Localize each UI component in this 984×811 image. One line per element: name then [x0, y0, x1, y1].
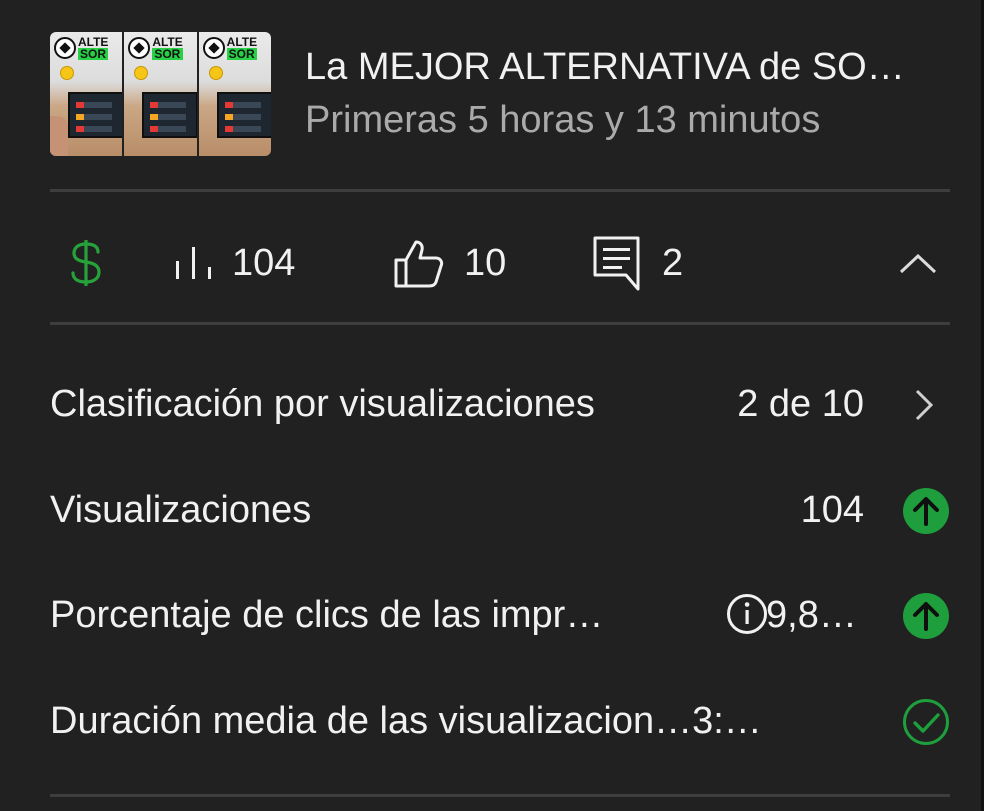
views-count: 104 [232, 242, 296, 284]
video-thumbnail[interactable]: ALTE SOR ALTE SOR ALTE SOR [50, 32, 271, 156]
metric-row-ctr[interactable]: Porcentaje de clics de las impr… 9,8… [50, 585, 950, 645]
monetization-indicator[interactable] [68, 232, 104, 294]
collapse-button[interactable] [898, 232, 938, 294]
metric-value: 9,8… [766, 593, 857, 636]
divider-middle [50, 322, 950, 325]
video-title[interactable]: La MEJOR ALTERNATIVA de SO… [305, 42, 950, 92]
laptop-screen [68, 92, 123, 138]
metric-value: 2 de 10 [737, 382, 864, 425]
thumbnail-brand-line2: SOR [152, 48, 183, 60]
metric-row-avg-duration[interactable]: Duración media de las visualizacion…3:… [50, 691, 950, 751]
bar-chart-icon [172, 243, 216, 283]
coin-icon [208, 66, 223, 80]
arrow-up-circle-icon [902, 487, 950, 535]
stats-row[interactable]: 104 10 2 [50, 232, 950, 294]
soccer-ball-icon [128, 37, 151, 59]
dollar-icon [68, 236, 104, 290]
thumbs-up-icon [392, 236, 446, 290]
metric-value: 104 [800, 488, 864, 531]
comments-stat[interactable]: 2 [592, 232, 683, 294]
views-stat[interactable]: 104 [172, 232, 295, 294]
thumbnail-brand: ALTE SOR [202, 36, 258, 60]
metric-label: Clasificación por visualizaciones [50, 382, 595, 425]
chevron-right-icon [912, 381, 936, 429]
divider-bottom [50, 794, 950, 797]
laptop-screen [216, 92, 271, 138]
metric-row-views[interactable]: Visualizaciones 104 [50, 480, 950, 540]
thumbnail-brand-line2: SOR [78, 48, 109, 60]
video-header[interactable]: ALTE SOR ALTE SOR ALTE SOR La MEJOR ALTERNA… [50, 32, 950, 156]
coin-icon [134, 66, 149, 80]
arrow-up-circle-icon [902, 592, 950, 640]
metric-label: Visualizaciones [50, 488, 312, 531]
video-text: La MEJOR ALTERNATIVA de SO… Primeras 5 h… [305, 32, 950, 145]
soccer-ball-icon [54, 37, 76, 59]
thumbnail-brand: ALTE SOR [128, 36, 183, 60]
metric-label: Duración media de las visualizacion…3:… [50, 699, 762, 742]
chevron-up-icon [898, 251, 938, 275]
coin-icon [60, 66, 74, 80]
divider-top [50, 189, 950, 192]
soccer-ball-icon [202, 37, 225, 59]
thumbnail-frame-2: ALTE SOR [124, 32, 197, 156]
likes-stat[interactable]: 10 [392, 232, 506, 294]
laptop-screen [142, 92, 197, 138]
check-circle-icon [902, 698, 950, 746]
metric-row-ranking[interactable]: Clasificación por visualizaciones 2 de 1… [50, 374, 950, 434]
thumbnail-brand-line2: SOR [226, 48, 258, 60]
comments-count: 2 [662, 242, 684, 284]
thumbnail-frame-1: ALTE SOR [50, 32, 123, 156]
thumbnail-brand: ALTE SOR [54, 36, 109, 60]
video-period: Primeras 5 horas y 13 minutos [305, 99, 821, 141]
hand-image [50, 116, 68, 156]
likes-count: 10 [464, 242, 507, 284]
thumbnail-frame-3: ALTE SOR [198, 32, 271, 156]
comment-icon [592, 235, 642, 291]
metric-label: Porcentaje de clics de las impr… [50, 593, 604, 636]
info-icon[interactable] [726, 593, 768, 635]
